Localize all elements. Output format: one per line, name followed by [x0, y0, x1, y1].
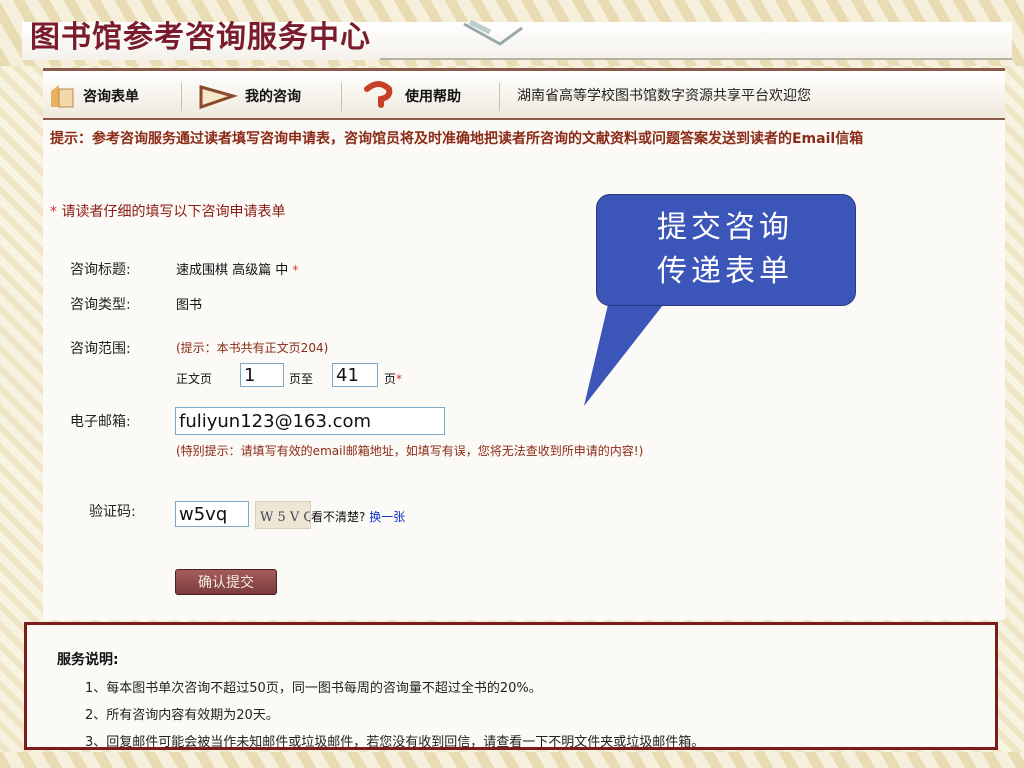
nav-label-my-inquiries: 我的咨询 — [245, 89, 301, 105]
range-mid: 页至 — [289, 372, 314, 386]
service-title: 服务说明: — [57, 652, 119, 668]
inquiry-type-label: 咨询类型: — [70, 297, 131, 313]
callout-line-1: 提交咨询 — [657, 210, 793, 245]
callout-line-2: 传递表单 — [657, 254, 793, 289]
callout-pointer — [584, 296, 670, 406]
unclear-text: 看不清楚? — [311, 510, 366, 524]
email-label: 电子邮箱: — [70, 414, 131, 430]
required-mark: * — [292, 263, 299, 277]
welcome-text: 湖南省高等学校图书馆数字资源共享平台欢迎您 — [517, 88, 811, 104]
change-captcha-link[interactable]: 换一张 — [369, 510, 405, 524]
arrow-play-icon — [199, 85, 239, 110]
range-to-input[interactable] — [332, 363, 378, 387]
range-from-input[interactable] — [240, 363, 284, 387]
nav-divider — [181, 83, 182, 111]
captcha-input[interactable] — [175, 501, 249, 527]
captcha-noise-icon: W 5 V Q — [260, 510, 314, 525]
form-icon — [51, 85, 74, 108]
range-prefix: 正文页 — [176, 372, 213, 386]
email-input[interactable] — [175, 407, 445, 435]
service-item: 2、所有咨询内容有效期为20天。 — [85, 708, 279, 723]
captcha-change-area: 看不清楚? 换一张 — [311, 508, 405, 525]
service-item: 3、回复邮件可能会被当作未知邮件或垃圾邮件，若您没有收到回信，请查看一下不明文件… — [85, 735, 705, 750]
nav-item-form[interactable]: 咨询表单 — [47, 79, 139, 113]
nav-bar: 咨询表单 我的咨询 使用帮助 湖南省高等学校图书馆数字资源共享平台欢迎您 — [43, 68, 1005, 120]
range-hint: (提示：本书共有正文页204) — [176, 341, 329, 355]
nav-divider — [499, 83, 500, 111]
pen-decoration-icon — [463, 19, 523, 46]
captcha-image-text: W 5 V Q — [260, 510, 310, 525]
required-note: * 请读者仔细的填写以下咨询申请表单 — [50, 201, 285, 221]
nav-divider — [341, 83, 342, 111]
captcha-label: 验证码: — [89, 504, 136, 520]
inquiry-range-label: 咨询范围: — [70, 341, 131, 357]
service-info-box: 服务说明: 1、每本图书单次咨询不超过50页，同一图书每周的咨询量不超过全书的2… — [24, 622, 998, 750]
required-mark: * — [396, 372, 403, 386]
inquiry-title-field: 速成围棋 高级篇 中 * — [176, 259, 298, 278]
service-item: 1、每本图书单次咨询不超过50页，同一图书每周的咨询量不超过全书的20%。 — [85, 681, 542, 696]
title-underline — [380, 58, 1012, 60]
help-icon — [364, 81, 393, 108]
nav-label-form: 咨询表单 — [83, 89, 139, 105]
submit-button[interactable]: 确认提交 — [175, 569, 277, 595]
captcha-image[interactable]: W 5 V Q — [255, 501, 314, 529]
inquiry-type-value: 图书 — [176, 298, 203, 313]
nav-item-help[interactable]: 使用帮助 — [361, 79, 461, 113]
site-title: 图书馆参考咨询服务中心 — [30, 20, 371, 55]
inquiry-title-value: 速成围棋 高级篇 中 — [176, 263, 289, 278]
inquiry-title-label: 咨询标题: — [70, 262, 131, 278]
range-suffix: 页 — [384, 372, 397, 386]
range-suffix-field: 页* — [384, 370, 402, 387]
service-tip: 提示：参考咨询服务通过读者填写咨询申请表，咨询馆员将及时准确地把读者所咨询的文献… — [50, 131, 864, 147]
footer-pattern — [0, 752, 1024, 768]
nav-item-my-inquiries[interactable]: 我的咨询 — [197, 79, 301, 113]
main-panel: 咨询表单 我的咨询 使用帮助 湖南省高等学校图书馆数字资源共享平台欢迎您 提示：… — [43, 68, 1005, 620]
email-hint: (特别提示：请填写有效的email邮箱地址，如填写有误，您将无法查收到所申请的内… — [176, 444, 644, 458]
required-star: * — [50, 204, 57, 220]
nav-label-help: 使用帮助 — [405, 89, 461, 105]
required-note-text: 请读者仔细的填写以下咨询申请表单 — [61, 204, 286, 220]
callout-text: 提交咨询 传递表单 — [596, 206, 854, 294]
